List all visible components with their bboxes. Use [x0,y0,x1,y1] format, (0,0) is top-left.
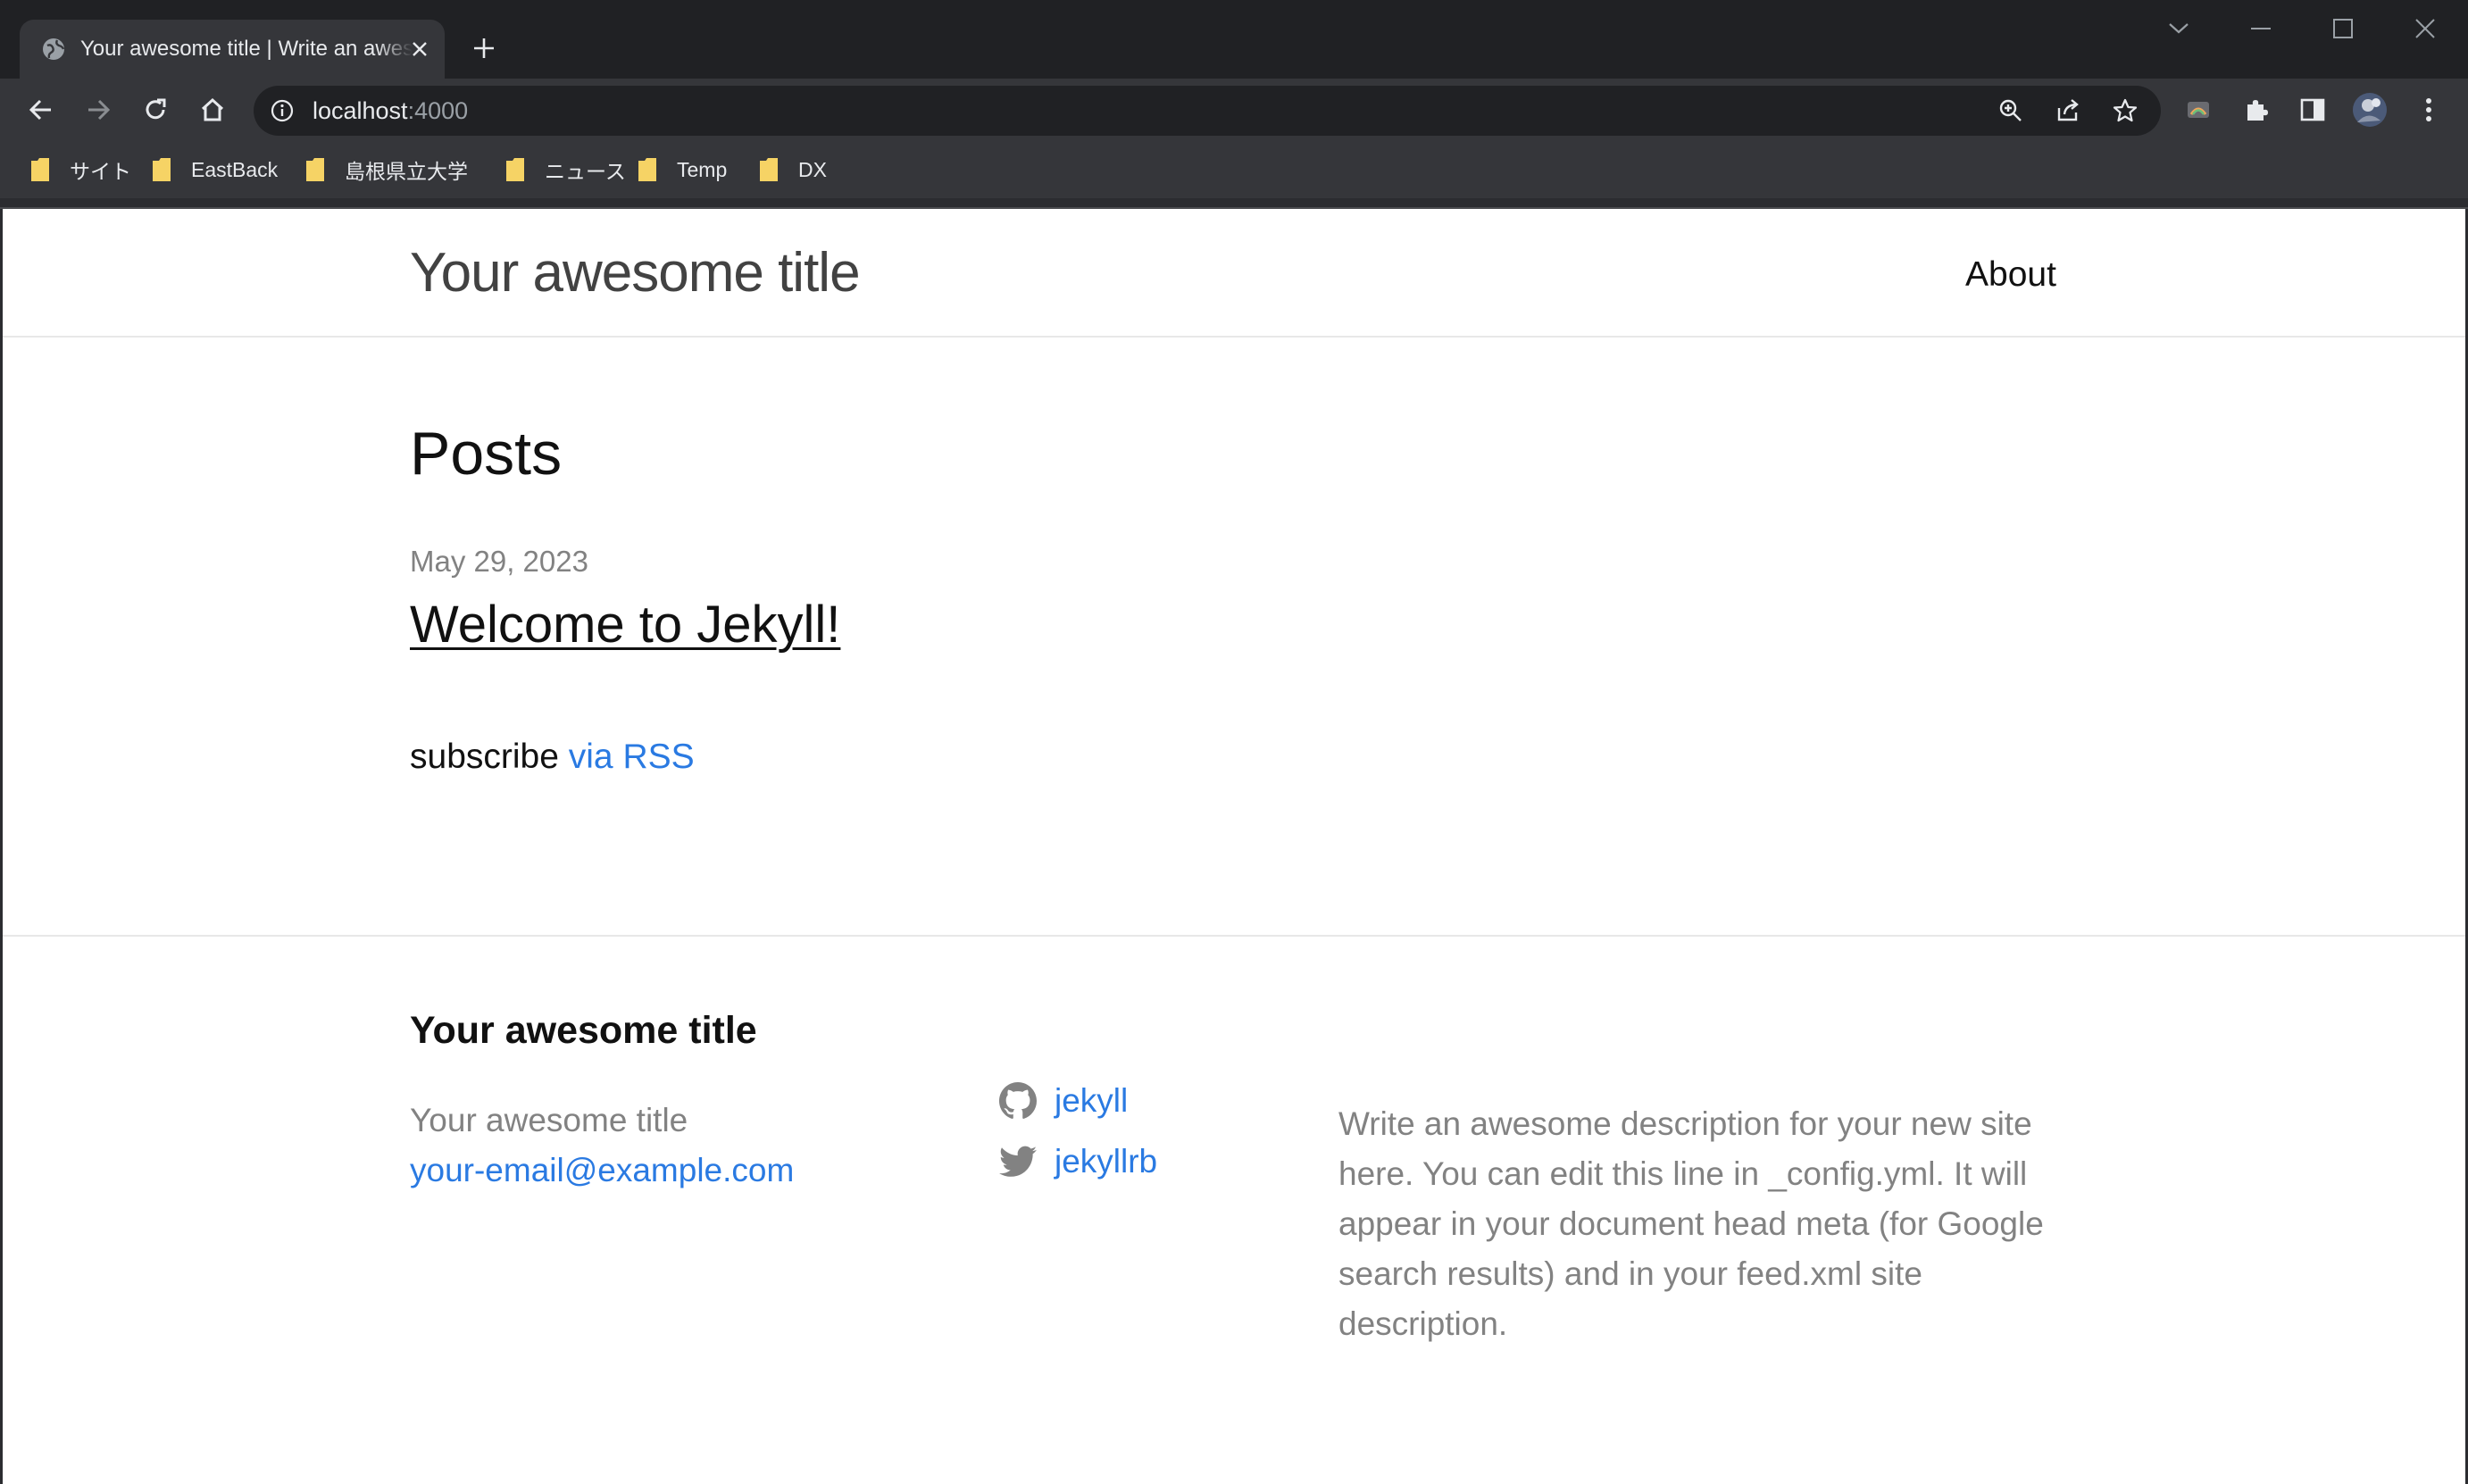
bookmark-star-icon[interactable] [2105,91,2145,130]
bookmark-label: Temp [677,157,728,181]
extensions-button[interactable] [2236,90,2275,129]
arrow-right-icon [88,99,111,121]
bookmark-label: EastBack [191,157,279,181]
browser-toolbar: localhost:4000 [0,79,2468,141]
twitter-icon [999,1143,1037,1180]
zoom-icon[interactable] [1991,91,2030,130]
folder-icon [153,158,171,181]
folder-icon [760,158,778,181]
bookmark-label: 島根県立大学 [345,160,468,183]
browser-tab-active[interactable]: Your awesome title | Write an awesome de… [20,20,445,79]
back-button[interactable] [21,90,61,129]
puzzle-icon [2247,100,2268,121]
profile-button[interactable] [2350,90,2389,129]
footer-heading: Your awesome title [410,1009,757,1052]
reload-icon [146,98,166,120]
bookmark-label: DX [798,157,827,181]
maximize-button[interactable] [2311,9,2375,48]
folder-icon [31,158,49,181]
more-vertical-icon [2426,98,2431,121]
tab-strip: Your awesome title | Write an awesome de… [0,0,2468,79]
reload-button[interactable] [136,90,175,129]
home-icon [201,97,224,121]
bookmarks-bar: サイト EastBack 島根県立大学 ニュース Temp DX [0,141,2468,198]
home-button[interactable] [193,90,232,129]
site-description: Write an awesome description for your ne… [1338,1105,2044,1342]
arrow-left-icon [29,99,51,121]
site-footer: Your awesome title Your awesome title yo… [3,935,2465,1484]
address-bar[interactable]: localhost:4000 [254,86,2161,136]
bookmark-folder[interactable]: 島根県立大学 [305,152,468,188]
forward-button[interactable] [79,90,118,129]
tab-search-button[interactable] [2147,9,2211,48]
side-panel-icon [2300,98,2325,121]
chevron-down-icon [2169,23,2189,34]
side-panel-button[interactable] [2293,90,2332,129]
bookmark-folder[interactable]: EastBack [152,152,278,188]
page-viewport: Your awesome title About Posts May 29, 2… [0,209,2468,1484]
url-port: :4000 [407,97,469,124]
close-icon [2415,19,2435,38]
twitter-link[interactable]: jekyllrb [999,1138,1157,1185]
chrome-divider [0,198,2468,209]
bookmark-folder[interactable]: DX [759,152,827,188]
post-title-link[interactable]: Welcome to Jekyll! [410,593,840,657]
bookmark-folder[interactable]: ニュース [505,152,626,188]
minimize-button[interactable] [2229,9,2293,48]
github-username: jekyll [1055,1082,1129,1119]
subscribe-line: subscribe via RSS [410,736,695,779]
folder-icon [638,158,656,181]
close-tab-icon[interactable] [405,35,434,63]
globe-icon [39,35,68,63]
bookmark-label: サイト [70,160,131,183]
extension-button[interactable] [2179,90,2218,129]
footer-email-link[interactable]: your-email@example.com [410,1149,794,1192]
github-icon [999,1082,1037,1120]
site-header: Your awesome title About [3,209,2465,338]
address-url[interactable]: localhost:4000 [313,86,468,136]
maximize-icon [2333,19,2353,38]
subscribe-text: subscribe [410,738,559,776]
twitter-username: jekyllrb [1055,1143,1158,1180]
bookmark-folder[interactable]: Temp [638,152,727,188]
folder-icon [306,158,324,181]
footer-site-name: Your awesome title [410,1102,688,1138]
minimize-icon [2251,28,2271,29]
posts-heading: Posts [410,420,563,488]
browser-chrome: Your awesome title | Write an awesome de… [0,0,2468,209]
site-info-icon[interactable] [268,96,296,125]
github-link[interactable]: jekyll [999,1078,1128,1124]
share-icon[interactable] [2048,91,2088,130]
rss-link[interactable]: via RSS [569,738,695,776]
nav-link-about[interactable]: About [1965,254,2056,296]
close-window-button[interactable] [2393,9,2457,48]
menu-button[interactable] [2409,90,2448,129]
folder-icon [506,158,524,181]
url-host: localhost [313,97,408,124]
plus-icon [474,38,494,58]
bookmark-label: ニュース [545,160,626,183]
post-date: May 29, 2023 [410,545,588,578]
avatar [2353,93,2387,127]
tab-title: Your awesome title | Write an awesome de… [80,34,413,64]
site-title-link[interactable]: Your awesome title [410,239,861,307]
bookmark-folder[interactable]: サイト [30,152,131,188]
rainbow-extension-icon [2188,102,2209,118]
new-tab-button[interactable] [464,29,504,68]
